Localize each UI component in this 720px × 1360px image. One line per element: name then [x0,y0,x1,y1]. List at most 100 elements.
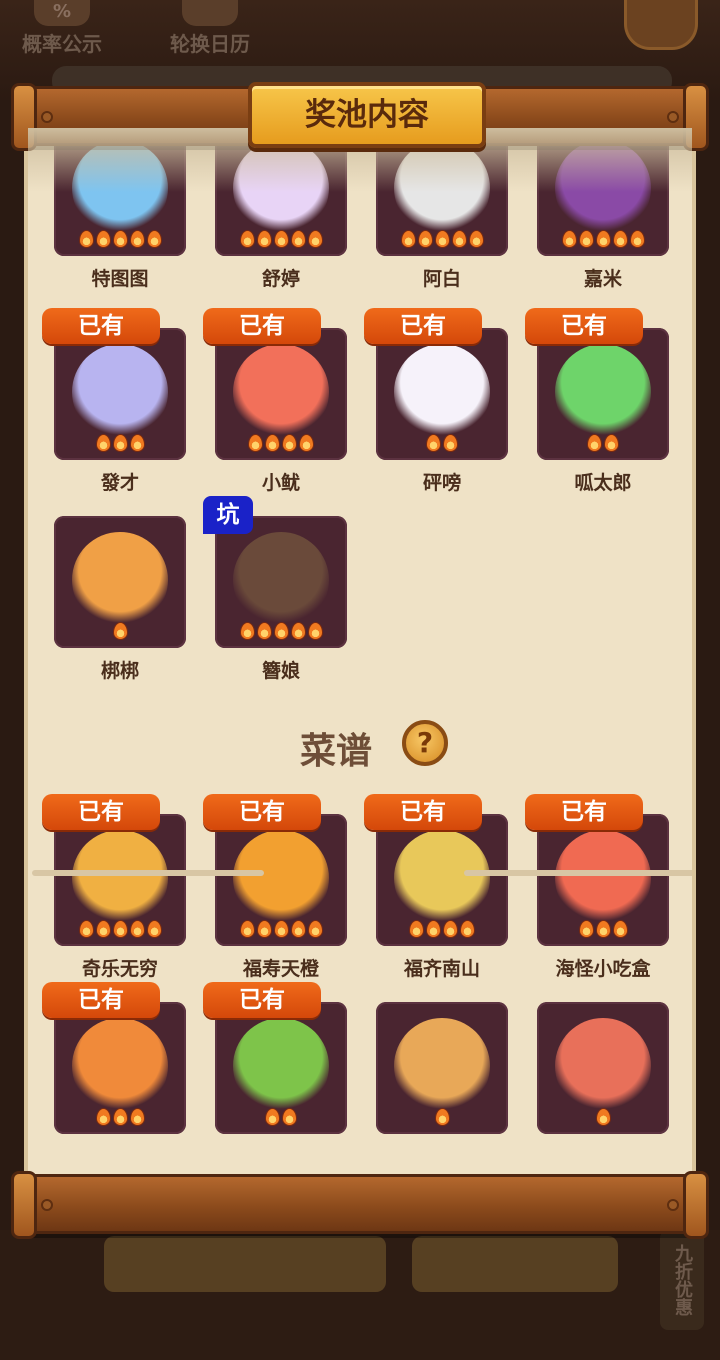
recipe-art [555,830,651,926]
scroll-rod-bottom [11,1171,709,1239]
owned-badge: 已有 [42,982,160,1018]
divider-right [464,870,692,876]
recipe-art [72,830,168,926]
rarity-flames [215,622,347,644]
owned-badge: 已有 [525,308,643,344]
flame-icon [443,434,458,452]
recipe-card[interactable] [537,1002,669,1134]
recipe-card[interactable] [537,814,669,946]
flame-icon [290,230,306,248]
character-art [72,344,168,440]
recipe-art [72,1018,168,1114]
recipe-card[interactable] [376,814,508,946]
flame-icon [434,1108,450,1126]
rarity-flames [54,230,186,252]
rarity-flames [54,1108,186,1130]
flame-icon [239,230,255,248]
character-card[interactable] [54,328,186,460]
recipe-art [394,1018,490,1114]
character-card[interactable] [215,516,347,648]
rarity-flames [376,920,508,942]
flame-icon [307,920,323,938]
flame-icon [129,920,145,938]
rarity-flames [54,434,186,456]
flame-icon [417,230,433,248]
prize-pool-panel[interactable]: 特图图 舒婷 阿白 嘉米 已有 發才 已有 小鱿 已有 砰嗙 已有 呱太郎 梆梆坑簪娘 已有 奇乐无穷 已有福… [24,128,696,1178]
recipe-art [555,1018,651,1114]
flame-icon [612,230,628,248]
flame-icon [129,434,145,452]
recipe-name: 福寿天橙 [242,958,319,980]
recipe-card[interactable] [54,1002,186,1134]
flame-icon [290,622,306,640]
rarity-flames [54,622,186,644]
character-name: 特图图 [91,268,149,290]
flame-icon [129,230,145,248]
rarity-flames [537,920,669,942]
character-name: 發才 [100,472,139,494]
flame-icon [434,230,450,248]
recipe-card[interactable] [215,814,347,946]
flame-icon [256,920,272,938]
flame-icon [129,1108,145,1126]
character-card[interactable] [537,328,669,460]
character-card[interactable] [54,516,186,648]
flame-icon [612,920,628,938]
rarity-flames [376,434,508,456]
character-art [233,344,329,440]
flame-icon [587,434,602,452]
flame-icon [426,920,441,938]
character-card[interactable] [215,328,347,460]
flame-icon [578,230,594,248]
flame-icon [256,230,272,248]
flame-icon [95,230,111,248]
flame-icon [95,434,111,452]
rarity-flames [215,1108,347,1130]
character-name: 呱太郎 [574,472,632,494]
flame-icon [460,920,475,938]
flame-icon [273,920,289,938]
discount-label: 九折优惠 [660,1230,704,1330]
flame-icon [409,920,424,938]
character-art [394,344,490,440]
flame-icon [426,434,441,452]
recipe-card[interactable] [215,1002,347,1134]
character-name: 舒婷 [261,268,300,290]
owned-badge: 已有 [203,794,321,830]
single-draw-button [104,1236,386,1292]
probability-button: % 概率公示 [22,0,102,57]
character-name: 阿白 [422,268,461,290]
recipe-art [394,830,490,926]
character-card[interactable] [376,328,508,460]
flame-icon [112,920,128,938]
rarity-flames [537,230,669,252]
help-icon[interactable]: ? [402,720,448,766]
flame-icon [578,920,594,938]
recipe-art [233,1018,329,1114]
owned-badge: 已有 [203,308,321,344]
modal-title: 奖池内容 [248,82,486,148]
flame-icon [112,230,128,248]
flame-icon [239,920,255,938]
recipe-card[interactable] [376,1002,508,1134]
flame-icon [282,1108,297,1126]
rarity-flames [537,1108,669,1130]
rarity-flames [376,1108,508,1130]
percent-icon: % [34,0,90,26]
flame-icon [112,622,128,640]
recipe-name: 福齐南山 [403,958,480,980]
flame-icon [561,230,577,248]
owned-badge: 已有 [42,308,160,344]
flame-icon [282,434,297,452]
character-name: 簪娘 [261,660,300,682]
flame-icon [273,622,289,640]
recipe-card[interactable] [54,814,186,946]
flame-icon [629,230,645,248]
character-art [555,344,651,440]
flame-icon [595,230,611,248]
flame-icon [443,920,458,938]
rotation-calendar-button: 轮换日历 [170,0,250,57]
flame-icon [265,434,280,452]
divider-left [32,870,264,876]
rotation-calendar-label: 轮换日历 [170,32,250,56]
